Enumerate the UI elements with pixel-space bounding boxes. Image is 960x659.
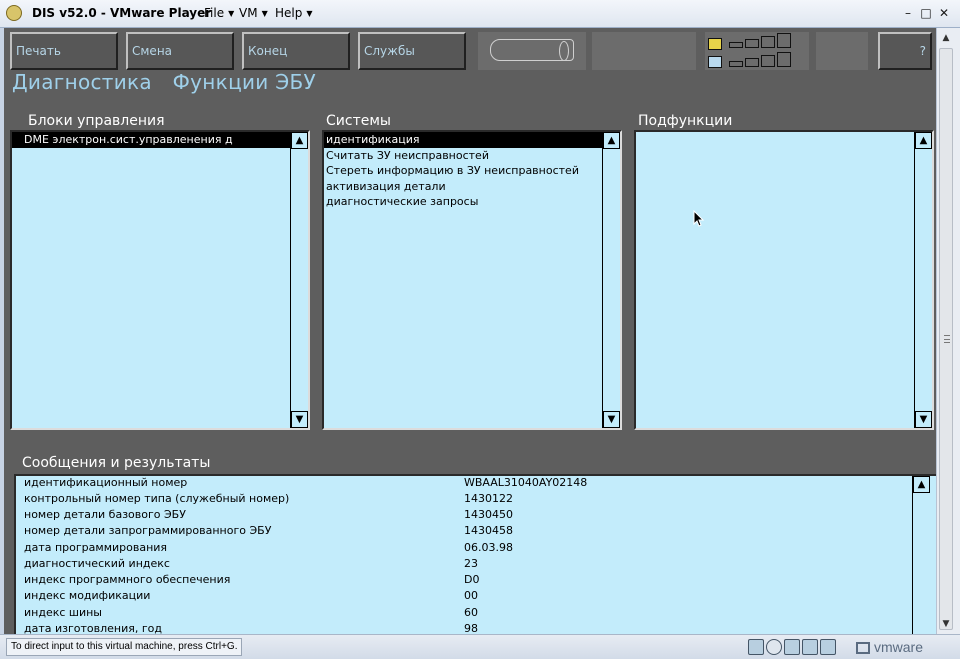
list-item[interactable]: активизация детали (324, 179, 602, 195)
input-hint: To direct input to this virtual machine,… (6, 638, 243, 656)
menu-file[interactable]: File ▼ (204, 6, 234, 20)
result-row: индекс программного обеспечения D0 (24, 573, 480, 586)
display-device-icon[interactable] (802, 639, 818, 655)
scroll-up-icon[interactable]: ▲ (938, 30, 954, 46)
list-scrollbar[interactable]: ▲ ▼ (914, 132, 932, 428)
subfunctions-list[interactable]: ▲ ▼ (634, 130, 934, 430)
scroll-up-icon[interactable]: ▲ (603, 132, 620, 149)
battery-icon (490, 39, 574, 61)
list-item[interactable]: DME электрон.сист.управленения д (12, 132, 290, 148)
list-item[interactable]: идентификация (324, 132, 602, 148)
page-title: Диагностика Функции ЭБУ (12, 70, 330, 94)
subfunctions-label: Подфункции (638, 113, 733, 129)
vmware-logo: vmware (856, 639, 923, 655)
scroll-down-icon[interactable]: ▼ (603, 411, 620, 428)
menu-help[interactable]: Help ▼ (275, 6, 313, 20)
title-diagnostics: Диагностика (12, 70, 152, 94)
usb-device-icon[interactable] (784, 639, 800, 655)
scroll-thumb[interactable] (939, 48, 953, 630)
help-button[interactable]: ? (878, 32, 932, 70)
control-units-label: Блоки управления (28, 113, 165, 129)
print-button[interactable]: Печать (10, 32, 118, 70)
minimize-icon[interactable]: – (900, 5, 916, 21)
monitor-indicator-icon (708, 56, 722, 68)
control-units-list[interactable]: DME электрон.сист.управленения д ▲ ▼ (10, 130, 310, 430)
maximize-icon[interactable]: □ (918, 5, 934, 21)
menu-vm[interactable]: VM ▼ (239, 6, 268, 20)
result-row: номер детали базового ЭБУ 1430450 (24, 508, 513, 521)
systems-label: Системы (326, 113, 391, 129)
battery-indicator-icon (708, 38, 722, 50)
result-row: дата изготовления, год 98 (24, 622, 478, 634)
scroll-down-icon[interactable]: ▼ (938, 616, 954, 632)
connection-indicators (705, 32, 809, 70)
scroll-down-icon[interactable]: ▼ (915, 411, 932, 428)
result-row: диагностический индекс 23 (24, 557, 478, 570)
end-button[interactable]: Конец (242, 32, 350, 70)
sound-device-icon[interactable] (820, 639, 836, 655)
title-ecu-functions: Функции ЭБУ (172, 70, 317, 94)
window-scrollbar[interactable]: ▲ ▼ (938, 28, 954, 634)
list-item[interactable]: Считать ЗУ неисправностей (324, 148, 602, 164)
scroll-down-icon[interactable]: ▼ (291, 411, 308, 428)
list-scrollbar[interactable]: ▲ ▼ (602, 132, 620, 428)
result-row: дата программирования 06.03.98 (24, 541, 513, 554)
grip-icon (944, 335, 950, 343)
result-row: идентификационный номер WBAAL31040AY02148 (24, 476, 588, 489)
result-row: индекс шины 60 (24, 606, 478, 619)
results-panel[interactable]: идентификационный номер WBAAL31040AY02148… (14, 474, 936, 634)
change-button[interactable]: Смена (126, 32, 234, 70)
scroll-up-icon[interactable]: ▲ (915, 132, 932, 149)
network-device-icon[interactable] (748, 639, 764, 655)
result-row: номер детали запрограммированного ЭБУ 143… (24, 524, 513, 537)
vmware-logo-icon (856, 642, 870, 655)
cd-drive-icon[interactable] (766, 639, 782, 655)
scroll-up-icon[interactable]: ▲ (291, 132, 308, 149)
results-scrollbar[interactable]: ▲ (912, 476, 930, 634)
scroll-up-icon[interactable]: ▲ (913, 476, 930, 493)
result-row: контрольный номер типа (служебный номер)… (24, 492, 513, 505)
guest-screen[interactable]: Печать Смена Конец Службы ? Диагностика … (4, 28, 936, 634)
window-title: DIS v52.0 - VMware Player (32, 6, 212, 20)
close-icon[interactable]: ✕ (936, 5, 952, 21)
list-scrollbar[interactable]: ▲ ▼ (290, 132, 308, 428)
services-button[interactable]: Службы (358, 32, 466, 70)
result-row: индекс модификации 00 (24, 589, 478, 602)
app-icon (6, 5, 22, 21)
list-item[interactable]: Стереть информацию в ЗУ неисправностей (324, 163, 602, 179)
list-item[interactable]: диагностические запросы (324, 194, 602, 210)
status-panel (592, 32, 696, 70)
results-label: Сообщения и результаты (22, 455, 211, 471)
status-bar: To direct input to this virtual machine,… (0, 634, 960, 659)
blank-panel (816, 32, 868, 70)
title-bar: DIS v52.0 - VMware Player File ▼ VM ▼ Help… (0, 0, 960, 28)
systems-list[interactable]: идентификация Считать ЗУ неисправностей … (322, 130, 622, 430)
